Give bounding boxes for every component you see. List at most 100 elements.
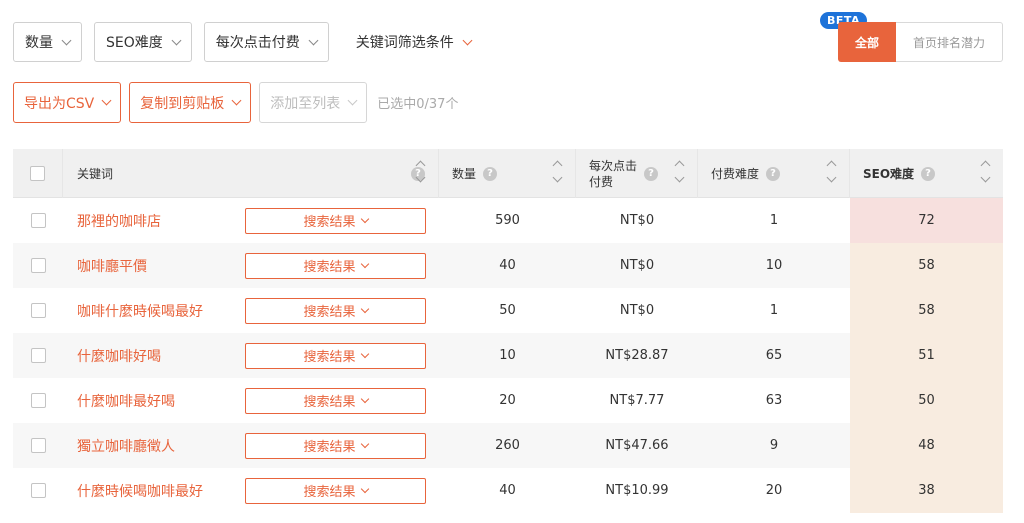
row-checkbox[interactable] [30, 348, 46, 363]
keyword-cell: 什麼時候喝咖啡最好 搜索结果 [63, 468, 439, 513]
table-row: 什麼咖啡好喝 搜索结果 10 NT$28.87 65 51 [13, 333, 1003, 378]
keyword-link[interactable]: 什麼咖啡最好喝 [77, 391, 175, 411]
volume-filter-label: 数量 [25, 35, 53, 51]
paid-difficulty-cell: 1 [769, 213, 779, 228]
row-checkbox[interactable] [30, 393, 46, 408]
volume-cell: 260 [495, 438, 520, 453]
seo-difficulty-cell: 51 [850, 333, 1003, 378]
keyword-filters-dropdown[interactable]: 关键词筛选条件 [340, 22, 483, 62]
row-select-cell [13, 378, 63, 423]
row-checkbox[interactable] [30, 258, 46, 273]
table-row: 咖啡什麼時候喝最好 搜索结果 50 NT$0 1 58 [13, 288, 1003, 333]
row-select-cell [13, 333, 63, 378]
header-cpc-label-line2: 付费 [589, 174, 614, 189]
keyword-link[interactable]: 咖啡什麼時候喝最好 [77, 301, 203, 321]
volume-cell: 20 [499, 393, 516, 408]
serp-button[interactable]: 搜索结果 [245, 297, 426, 324]
help-icon[interactable]: ? [644, 166, 659, 181]
volume-cell: 40 [499, 483, 516, 498]
paid-difficulty-cell: 9 [769, 438, 779, 453]
seo-difficulty-cell: 58 [850, 288, 1003, 333]
header-volume[interactable]: 数量 ? [439, 149, 576, 198]
cpc-filter-dropdown[interactable]: 每次点击付费 [203, 22, 329, 62]
row-checkbox[interactable] [30, 438, 46, 453]
seo-difficulty-cell: 48 [850, 423, 1003, 468]
header-cpc-label: 每次点击 付费 [589, 158, 637, 190]
action-bar: 导出为CSV 复制到剪贴板 添加至列表 已选中0/37个 [13, 82, 458, 123]
copy-clipboard-button[interactable]: 复制到剪贴板 [129, 82, 252, 123]
serp-button[interactable]: 搜索结果 [245, 207, 426, 234]
row-select-cell [13, 423, 63, 468]
segment-potential-button[interactable]: 首页排名潜力 [896, 22, 1003, 62]
serp-button-label: 搜索结果 [303, 305, 356, 320]
cpc-cell: NT$0 [619, 303, 655, 318]
sort-icon[interactable] [552, 160, 563, 183]
header-paid-difficulty-label: 付费难度 [711, 167, 760, 181]
select-all-checkbox[interactable] [30, 166, 45, 181]
sort-icon[interactable] [826, 160, 837, 183]
chevron-down-icon [231, 95, 242, 106]
chevron-down-icon [360, 304, 369, 313]
row-checkbox[interactable] [30, 483, 46, 498]
chevron-down-icon [61, 35, 72, 45]
serp-button-label: 搜索结果 [303, 395, 356, 410]
selected-count: 已选中0/37个 [377, 97, 459, 112]
volume-filter-dropdown[interactable]: 数量 [13, 22, 82, 62]
sort-icon[interactable] [415, 160, 426, 183]
seo-difficulty-filter-dropdown[interactable]: SEO难度 [94, 22, 192, 62]
serp-button-label: 搜索结果 [303, 440, 356, 455]
serp-button[interactable]: 搜索结果 [245, 432, 426, 459]
header-keyword[interactable]: 关键词 ? [63, 149, 439, 198]
filter-bar: 数量 SEO难度 每次点击付费 关键词筛选条件 [13, 22, 483, 62]
keyword-link[interactable]: 什麼咖啡好喝 [77, 346, 161, 366]
keyword-link[interactable]: 咖啡廳平價 [77, 256, 147, 276]
serp-button[interactable]: 搜索结果 [245, 342, 426, 369]
volume-cell: 590 [495, 213, 520, 228]
export-csv-label: 导出为CSV [24, 95, 95, 112]
serp-button[interactable]: 搜索结果 [245, 477, 426, 504]
header-cpc[interactable]: 每次点击 付费 ? [576, 149, 698, 198]
keyword-link[interactable]: 那裡的咖啡店 [77, 211, 161, 231]
chevron-down-icon [347, 95, 358, 106]
keyword-cell: 咖啡什麼時候喝最好 搜索结果 [63, 288, 439, 333]
seo-difficulty-cell: 38 [850, 468, 1003, 513]
cpc-cell: NT$47.66 [605, 438, 669, 453]
row-checkbox[interactable] [30, 213, 46, 228]
chevron-down-icon [171, 35, 182, 45]
volume-cell: 40 [499, 258, 516, 273]
serp-button-label: 搜索结果 [303, 215, 356, 230]
keyword-link[interactable]: 什麼時候喝咖啡最好 [77, 481, 203, 501]
chevron-down-icon [462, 35, 473, 45]
row-checkbox[interactable] [30, 303, 46, 318]
header-paid-difficulty[interactable]: 付费难度 ? [698, 149, 850, 198]
help-icon[interactable]: ? [483, 166, 498, 181]
help-icon[interactable]: ? [921, 166, 936, 181]
add-to-list-button[interactable]: 添加至列表 [259, 82, 368, 123]
keyword-cell: 那裡的咖啡店 搜索结果 [63, 198, 439, 243]
serp-button[interactable]: 搜索结果 [245, 252, 426, 279]
keyword-cell: 咖啡廳平價 搜索结果 [63, 243, 439, 288]
keyword-cell: 什麼咖啡好喝 搜索结果 [63, 333, 439, 378]
serp-button[interactable]: 搜索结果 [245, 387, 426, 414]
help-icon[interactable]: ? [766, 166, 781, 181]
chevron-down-icon [360, 484, 369, 493]
chevron-down-icon [308, 35, 319, 45]
sort-icon[interactable] [674, 160, 685, 183]
volume-cell: 10 [499, 348, 516, 363]
chevron-down-icon [360, 394, 369, 403]
header-keyword-label: 关键词 [77, 167, 114, 181]
keyword-link[interactable]: 獨立咖啡廳徵人 [77, 436, 175, 456]
header-cpc-label-line1: 每次点击 [589, 158, 638, 173]
seo-difficulty-filter-label: SEO难度 [106, 35, 163, 51]
table-row: 什麼咖啡最好喝 搜索结果 20 NT$7.77 63 50 [13, 378, 1003, 423]
chevron-down-icon [360, 349, 369, 358]
chevron-down-icon [101, 95, 112, 106]
seo-difficulty-cell: 58 [850, 243, 1003, 288]
serp-button-label: 搜索结果 [303, 350, 356, 365]
segment-all-button[interactable]: 全部 [838, 22, 896, 62]
serp-button-label: 搜索结果 [303, 485, 356, 500]
sort-icon[interactable] [980, 160, 991, 183]
export-csv-button[interactable]: 导出为CSV [13, 82, 122, 123]
volume-cell: 50 [499, 303, 516, 318]
header-seo-difficulty[interactable]: SEO难度 ? [850, 149, 1003, 198]
